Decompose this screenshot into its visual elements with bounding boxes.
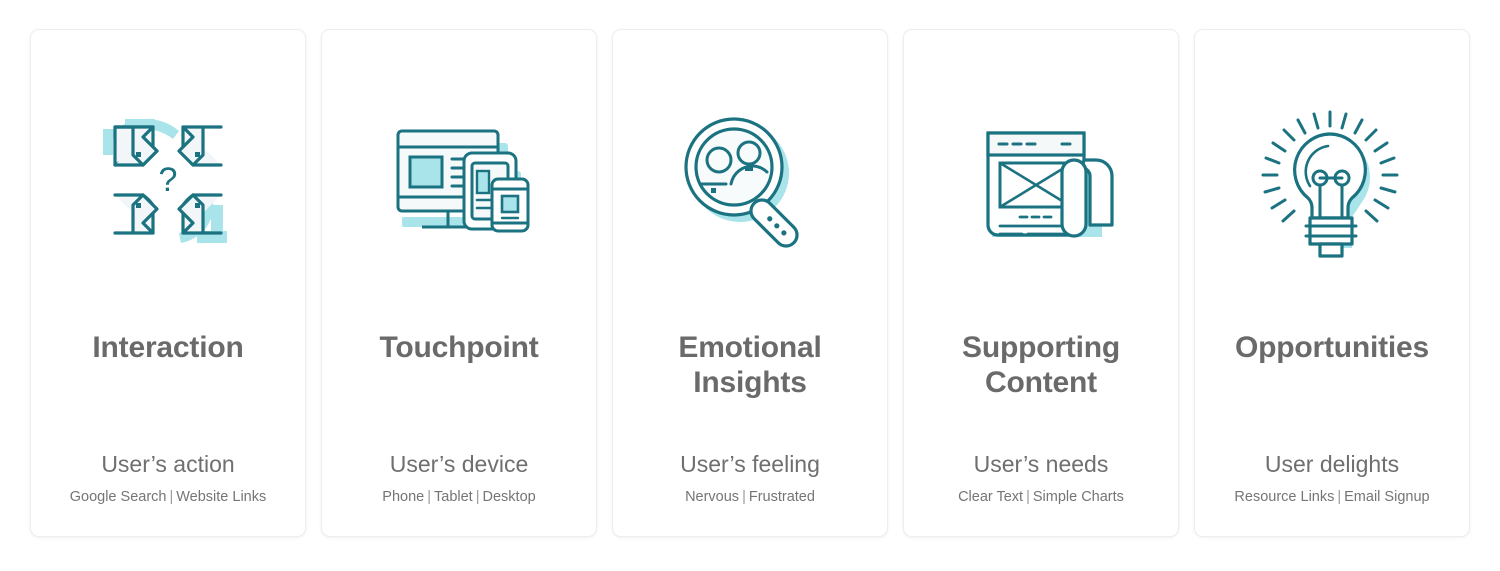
card-title: Touchpoint: [379, 331, 539, 364]
svg-text:?: ?: [159, 161, 178, 199]
card-body: User’s feeling Nervous | Frustrated: [613, 451, 887, 536]
card-body: User delights Resource Links | Email Signu…: [1195, 451, 1469, 536]
card-title: Opportunities: [1234, 331, 1430, 364]
card-title-line1: Supporting: [962, 331, 1120, 364]
card-examples: Resource Links | Email Signup: [1234, 488, 1429, 506]
example-item: Clear Text: [958, 488, 1024, 505]
card-title: Emotional Insights: [672, 330, 827, 401]
card-body: User’s needs Clear Text | Simple Charts: [904, 451, 1178, 536]
four-arrows-question-icon: ?: [31, 30, 305, 330]
magnifier-users-icon: [613, 30, 887, 330]
card-opportunities[interactable]: Opportunities User delights Resource Lin…: [1194, 29, 1470, 537]
example-item: Tablet: [434, 488, 473, 505]
separator: |: [427, 488, 432, 505]
card-examples: Nervous | Frustrated: [685, 488, 815, 506]
example-item: Nervous: [685, 488, 740, 505]
example-item: Simple Charts: [1032, 488, 1124, 505]
card-subtitle: User’s action: [101, 451, 235, 478]
example-item: Website Links: [176, 488, 267, 505]
card-interaction[interactable]: ? Interaction User’s action Google Searc…: [30, 29, 306, 537]
document-scroll-icon: [904, 30, 1178, 330]
card-examples: Clear Text | Simple Charts: [958, 488, 1124, 506]
card-title-line1: Emotional: [678, 331, 822, 364]
journey-map-card-row: ? Interaction User’s action Google Searc…: [0, 0, 1500, 571]
example-item: Email Signup: [1344, 488, 1430, 505]
separator: |: [742, 488, 746, 505]
card-subtitle: User’s needs: [973, 451, 1109, 478]
card-supporting-content[interactable]: Supporting Content User’s needs Clear Te…: [903, 29, 1179, 537]
card-subtitle: User delights: [1264, 451, 1400, 478]
separator: |: [1337, 488, 1342, 505]
example-item: Desktop: [482, 488, 536, 505]
card-title: Supporting Content: [956, 330, 1126, 401]
card-examples: Phone | Tablet | Desktop: [382, 488, 535, 506]
card-examples: Google Search | Website Links: [70, 488, 267, 506]
example-item: Google Search: [69, 488, 167, 505]
card-subtitle: User’s device: [389, 451, 529, 478]
separator: |: [475, 488, 480, 505]
example-item: Frustrated: [748, 488, 815, 505]
separator: |: [1026, 488, 1030, 505]
card-emotional-insights[interactable]: Emotional Insights User’s feeling Nervou…: [612, 29, 888, 537]
example-item: Phone: [382, 488, 425, 505]
devices-responsive-icon: [322, 30, 596, 330]
example-item: Resource Links: [1234, 488, 1335, 505]
card-touchpoint[interactable]: Touchpoint User’s device Phone | Tablet | De…: [321, 29, 597, 537]
card-title-line2: Insights: [693, 366, 807, 400]
card-title: Interaction: [92, 331, 244, 364]
card-body: User’s action Google Search | Website Link…: [31, 451, 305, 536]
card-title-line2: Content: [985, 366, 1097, 400]
separator: |: [169, 488, 174, 505]
card-body: User’s device Phone | Tablet | Desktop: [322, 451, 596, 536]
card-subtitle: User’s feeling: [680, 451, 820, 478]
lightbulb-idea-icon: [1195, 30, 1469, 330]
